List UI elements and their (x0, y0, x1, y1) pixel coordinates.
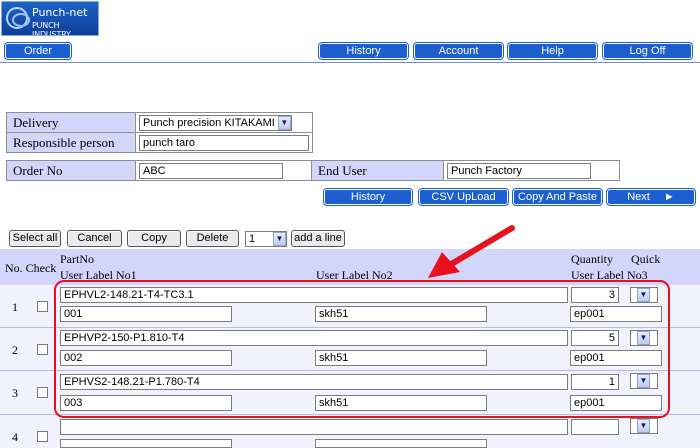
delivery-label: Delivery (6, 112, 136, 133)
order-tab[interactable]: Order (4, 42, 72, 60)
cancel-button[interactable]: Cancel (67, 230, 122, 247)
end-user-label: End User (311, 160, 444, 181)
logo-subtitle: PUNCH INDUSTRY (32, 21, 71, 36)
copy-and-paste-button[interactable]: Copy And Paste (512, 188, 603, 206)
row-checkbox[interactable] (37, 301, 48, 312)
order-no-row: Order No ABC End User Punch Factory (6, 160, 620, 181)
quantity-header: Quantity (571, 252, 613, 266)
row-number: 4 (12, 430, 18, 444)
logoff-nav-button[interactable]: Log Off (602, 42, 693, 60)
quick-header: Quick (631, 252, 661, 266)
partno-input[interactable] (60, 419, 568, 435)
delete-button[interactable]: Delete (186, 230, 239, 247)
arrow-right-icon: ► (663, 191, 675, 203)
line-count-select[interactable]: 1 ▼ (245, 231, 287, 247)
row-checkbox[interactable] (37, 387, 48, 398)
annotation-arrow-icon (428, 225, 515, 278)
copy-button[interactable]: Copy (127, 230, 181, 247)
history-nav-button[interactable]: History (318, 42, 409, 60)
chevron-down-icon: ▼ (277, 115, 291, 130)
nav-divider (0, 62, 700, 63)
next-button[interactable]: Next ► (606, 188, 696, 206)
row-checkbox[interactable] (37, 344, 48, 355)
chevron-down-icon: ▼ (273, 232, 286, 246)
select-all-button[interactable]: Select all (9, 230, 61, 247)
chevron-down-icon: ▼ (637, 419, 650, 433)
partno-header: PartNo (60, 252, 94, 266)
account-nav-button[interactable]: Account (413, 42, 504, 60)
csv-upload-button[interactable]: CSV UpLoad (418, 188, 509, 206)
end-user-input[interactable]: Punch Factory (447, 162, 591, 179)
quick-select[interactable]: ▼ (630, 418, 658, 434)
label1-input[interactable] (60, 439, 232, 448)
label2-input[interactable] (315, 439, 487, 448)
logo-title: Punch-net (32, 6, 88, 19)
row-number: 3 (12, 386, 18, 400)
delivery-select[interactable]: Punch precision KITAKAMI ▼ (139, 114, 292, 131)
row-number: 2 (12, 343, 18, 357)
add-line-button[interactable]: add a line (291, 230, 345, 247)
punch-net-logo: Punch-net PUNCH INDUSTRY (1, 1, 99, 36)
order-no-input[interactable]: ABC (139, 162, 283, 179)
no-check-header: No. Check (5, 261, 57, 275)
order-header-form: Delivery Punch precision KITAKAMI ▼ Respo… (6, 112, 313, 153)
responsible-label: Responsible person (6, 132, 136, 153)
help-nav-button[interactable]: Help (507, 42, 598, 60)
row-number: 1 (12, 300, 18, 314)
responsible-person-input[interactable]: punch taro (139, 134, 309, 151)
quantity-input[interactable] (571, 419, 619, 435)
history-button[interactable]: History (323, 188, 413, 206)
row-checkbox[interactable] (37, 431, 48, 442)
highlight-box (54, 280, 670, 418)
order-no-label: Order No (6, 160, 136, 181)
